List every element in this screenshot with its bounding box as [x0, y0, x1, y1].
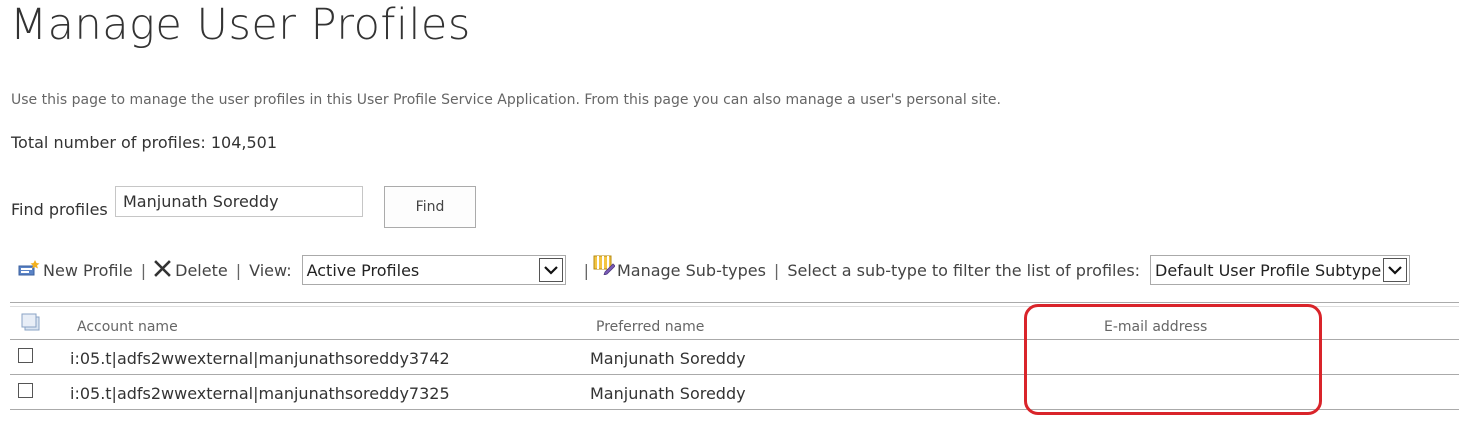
- manage-subtypes-button[interactable]: Manage Sub-types: [593, 255, 766, 280]
- new-profile-label: New Profile: [43, 260, 133, 280]
- find-button[interactable]: Find: [384, 186, 476, 228]
- account-name-cell[interactable]: i:05.t|adfs2wwexternal|manjunathsoreddy3…: [70, 349, 450, 368]
- preferred-name-cell: Manjunath Soreddy: [590, 384, 746, 403]
- column-header-email-address[interactable]: E-mail address: [1104, 319, 1207, 335]
- subtype-filter-label: Select a sub-type to filter the list of …: [787, 260, 1141, 280]
- table-row: i:05.t|adfs2wwexternal|manjunathsoreddy3…: [10, 340, 1459, 375]
- manage-subtypes-label: Manage Sub-types: [616, 260, 766, 280]
- page-title: Manage User Profiles: [10, 0, 471, 50]
- profiles-table: Account name Preferred name E-mail addre…: [10, 302, 1459, 410]
- column-header-account-name[interactable]: Account name: [77, 319, 178, 335]
- select-all-icon[interactable]: [20, 312, 42, 336]
- table-header: Account name Preferred name E-mail addre…: [10, 307, 1459, 340]
- view-select-value: Active Profiles: [306, 260, 420, 280]
- table-top-border: [10, 302, 1459, 303]
- table-row: i:05.t|adfs2wwexternal|manjunathsoreddy7…: [10, 375, 1459, 410]
- delete-label: Delete: [175, 260, 228, 280]
- view-select[interactable]: Active Profiles: [301, 255, 566, 285]
- row-checkbox[interactable]: [18, 383, 33, 398]
- chevron-down-icon: [1383, 258, 1408, 282]
- view-label: View:: [249, 260, 292, 280]
- profile-toolbar: New Profile | Delete | View: Active Prof…: [18, 254, 1411, 286]
- subtype-select-value: Default User Profile Subtype: [1155, 260, 1382, 280]
- total-profiles: Total number of profiles: 104,501: [11, 133, 278, 152]
- page-description: Use this page to manage the user profile…: [11, 92, 1001, 108]
- column-header-preferred-name[interactable]: Preferred name: [596, 319, 704, 335]
- preferred-name-cell: Manjunath Soreddy: [590, 349, 746, 368]
- manage-subtypes-icon: [593, 255, 616, 279]
- toolbar-separator: |: [583, 260, 589, 280]
- delete-x-icon: [154, 259, 171, 281]
- toolbar-separator: |: [773, 260, 780, 280]
- toolbar-separator: |: [140, 260, 147, 280]
- find-profiles-input[interactable]: [115, 186, 363, 217]
- toolbar-separator: |: [235, 260, 242, 280]
- new-profile-icon: [18, 260, 40, 280]
- find-profiles-label: Find profiles: [11, 200, 108, 219]
- chevron-down-icon: [538, 258, 563, 282]
- delete-button[interactable]: Delete: [154, 259, 228, 281]
- row-checkbox[interactable]: [18, 348, 33, 363]
- account-name-cell[interactable]: i:05.t|adfs2wwexternal|manjunathsoreddy7…: [70, 384, 450, 403]
- subtype-select[interactable]: Default User Profile Subtype: [1150, 255, 1411, 285]
- new-profile-button[interactable]: New Profile: [18, 260, 133, 280]
